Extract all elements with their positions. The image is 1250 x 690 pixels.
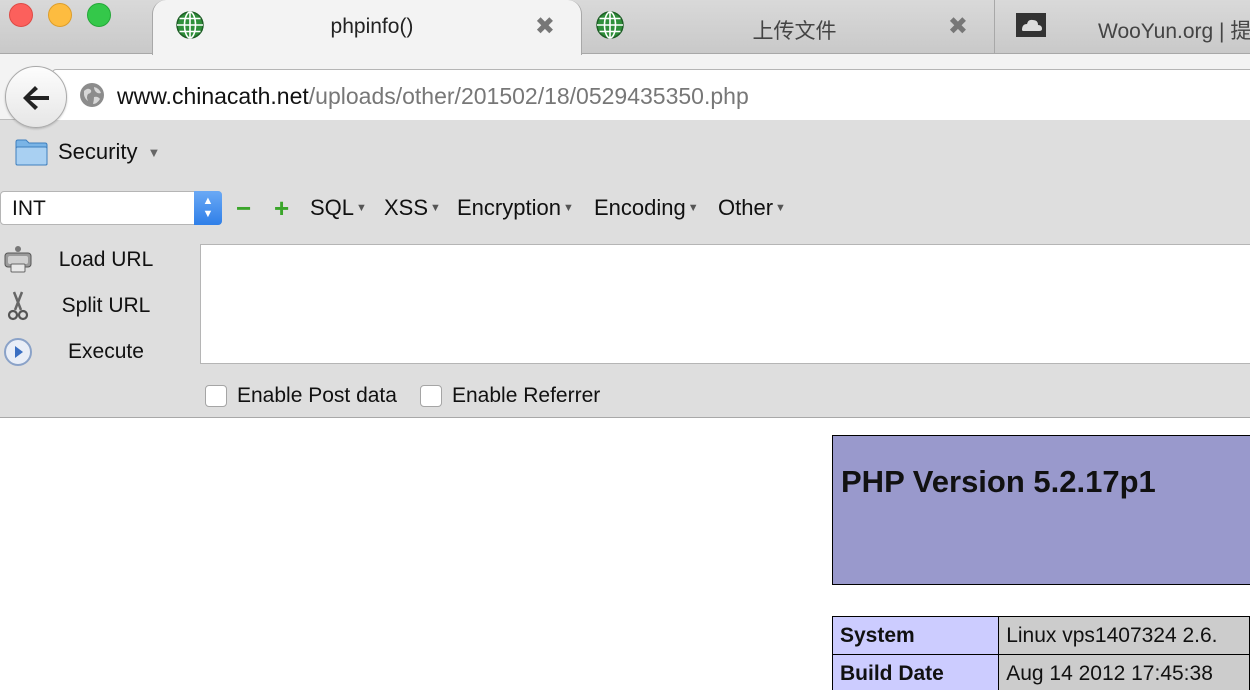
execute-label: Execute: [68, 340, 144, 363]
execute-button[interactable]: Execute: [0, 332, 190, 372]
hackbar-toolbar: INT ▲ ▼ − + SQL ▼ XSS ▼ Encryption ▼ Encodin…: [0, 191, 1250, 225]
table-key: System: [831, 616, 1000, 655]
back-arrow-icon: [23, 86, 49, 110]
split-url-button[interactable]: Split URL: [0, 286, 190, 326]
minimize-window-button[interactable]: [48, 3, 72, 27]
load-url-label: Load URL: [58, 248, 154, 271]
close-tab-icon[interactable]: ✖: [948, 12, 968, 41]
menu-sql[interactable]: SQL ▼: [310, 195, 367, 221]
address-bar[interactable]: www.chinacath.net/uploads/other/201502/1…: [52, 69, 1250, 121]
php-version-header: PHP Version 5.2.17p1: [832, 435, 1250, 585]
menu-caret-icon: ▼: [775, 202, 786, 214]
security-folder-menu[interactable]: Security ▼: [15, 136, 160, 168]
menu-xss[interactable]: XSS ▼: [384, 195, 441, 221]
tab-title: phpinfo(): [330, 15, 414, 38]
folder-icon: [15, 139, 48, 165]
menu-caret-icon: ▼: [430, 202, 441, 214]
table-value: Aug 14 2012 17:45:38: [998, 654, 1250, 690]
hackbar-panel: Security ▼ INT ▲ ▼ − + SQL ▼ XSS ▼ Encrypti…: [0, 120, 1250, 418]
tab-wooyun[interactable]: WooYun.org | 提: [998, 0, 1250, 54]
enable-post-data-option[interactable]: Enable Post data: [205, 382, 397, 410]
increment-icon[interactable]: +: [274, 194, 289, 222]
menu-label: SQL: [310, 195, 355, 220]
decrement-icon[interactable]: −: [236, 194, 251, 222]
tab-title: WooYun.org | 提: [1098, 20, 1250, 43]
url-path: /uploads/other/201502/18/0529435350.php: [308, 83, 749, 109]
php-info-table: System Linux vps1407324 2.6. Build Date …: [831, 616, 1250, 690]
menu-label: XSS: [384, 195, 429, 220]
load-url-button[interactable]: Load URL: [0, 240, 190, 280]
menu-label: Encoding: [594, 195, 686, 220]
url-text[interactable]: www.chinacath.net/uploads/other/201502/1…: [117, 83, 749, 110]
menu-encoding[interactable]: Encoding ▼: [594, 195, 699, 221]
menu-label: Encryption: [457, 195, 561, 220]
table-value: Linux vps1407324 2.6.: [998, 616, 1250, 655]
table-row: Build Date Aug 14 2012 17:45:38: [831, 654, 1250, 690]
referrer-checkbox[interactable]: [420, 385, 442, 407]
post-data-checkbox[interactable]: [205, 385, 227, 407]
url-domain: www.chinacath.net: [117, 83, 309, 109]
menu-other[interactable]: Other ▼: [718, 195, 786, 221]
navigation-bar: www.chinacath.net/uploads/other/201502/1…: [0, 54, 1250, 128]
globe-icon: [596, 11, 624, 39]
referrer-label: Enable Referrer: [452, 384, 601, 407]
dropdown-caret-icon: ▼: [147, 144, 161, 160]
enable-referrer-option[interactable]: Enable Referrer: [420, 382, 600, 410]
tab-title: 上传文件: [752, 20, 837, 43]
select-stepper-icon[interactable]: ▲ ▼: [194, 191, 222, 225]
back-button[interactable]: [5, 66, 67, 128]
menu-label: Other: [718, 195, 774, 220]
menu-caret-icon: ▼: [356, 202, 367, 214]
wooyun-cloud-icon: [1016, 13, 1046, 37]
post-data-label: Enable Post data: [237, 384, 397, 407]
table-row: System Linux vps1407324 2.6.: [831, 616, 1250, 655]
close-window-button[interactable]: [9, 3, 33, 27]
menu-caret-icon: ▼: [687, 202, 699, 214]
menu-encryption[interactable]: Encryption ▼: [457, 195, 574, 221]
table-key: Build Date: [831, 654, 1000, 690]
tab-phpinfo[interactable]: phpinfo() ✖: [152, 0, 582, 55]
tab-strip: phpinfo() ✖ 上传文件 ✖ WooYun.org | 提: [0, 0, 1250, 55]
tab-upload[interactable]: 上传文件 ✖: [585, 0, 995, 54]
site-globe-icon: [80, 83, 104, 107]
menu-caret-icon: ▼: [562, 202, 574, 214]
security-label: Security: [58, 139, 138, 164]
type-select-value: INT: [12, 197, 46, 220]
zoom-window-button[interactable]: [87, 3, 111, 27]
split-url-label: Split URL: [61, 294, 151, 317]
globe-icon: [176, 11, 204, 39]
type-select[interactable]: INT ▲ ▼: [0, 191, 222, 225]
php-version-title: PHP Version 5.2.17p1: [841, 464, 1156, 499]
url-textarea[interactable]: [200, 244, 1250, 364]
close-tab-icon[interactable]: ✖: [535, 12, 555, 41]
